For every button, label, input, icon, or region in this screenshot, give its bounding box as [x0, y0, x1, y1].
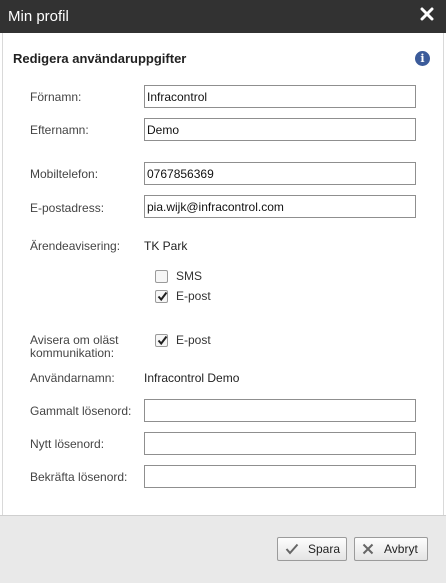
unread-notification-label-line2: kommunikation:: [30, 346, 115, 360]
old-password-label: Gammalt lösenord:: [30, 404, 132, 418]
mobile-label: Mobiltelefon:: [30, 167, 99, 181]
save-label: Spara: [308, 542, 341, 556]
check-icon: [157, 291, 168, 302]
info-icon[interactable]: i: [415, 51, 430, 66]
confirm-password-label: Bekräfta lösenord:: [30, 470, 128, 484]
cancel-label: Avbryt: [384, 542, 418, 556]
email-input[interactable]: [144, 195, 416, 218]
case-notification-site: TK Park: [144, 239, 188, 253]
first-name-input[interactable]: [144, 85, 416, 108]
check-icon: [285, 543, 299, 558]
confirm-password-input[interactable]: [144, 465, 416, 488]
first-name-label: Förnamn:: [30, 90, 82, 104]
save-button[interactable]: Spara: [277, 537, 347, 561]
mobile-input[interactable]: [144, 162, 416, 185]
dialog-titlebar: Min profil: [0, 0, 446, 33]
sms-checkbox[interactable]: [155, 270, 168, 283]
cross-icon: [362, 543, 374, 558]
username-value: Infracontrol Demo: [144, 371, 240, 385]
case-email-checkbox[interactable]: [155, 290, 168, 303]
new-password-input[interactable]: [144, 432, 416, 455]
new-password-label: Nytt lösenord:: [30, 437, 105, 451]
unread-notification-label-line1: Avisera om oläst: [30, 333, 119, 347]
unread-email-checkbox[interactable]: [155, 334, 168, 347]
last-name-input[interactable]: [144, 118, 416, 141]
case-notification-label: Ärendeavisering:: [30, 239, 121, 253]
close-icon[interactable]: [420, 7, 436, 25]
old-password-input[interactable]: [144, 399, 416, 422]
cancel-button[interactable]: Avbryt: [354, 537, 428, 561]
case-email-label: E-post: [176, 289, 211, 303]
username-label: Användarnamn:: [30, 371, 115, 385]
last-name-label: Efternamn:: [30, 123, 89, 137]
dialog-title: Min profil: [8, 8, 69, 25]
form-heading: Redigera användaruppgifter: [13, 51, 187, 66]
sms-label: SMS: [176, 269, 203, 283]
unread-email-label: E-post: [176, 333, 211, 347]
email-label: E-postadress:: [30, 201, 105, 215]
check-icon: [157, 335, 168, 346]
